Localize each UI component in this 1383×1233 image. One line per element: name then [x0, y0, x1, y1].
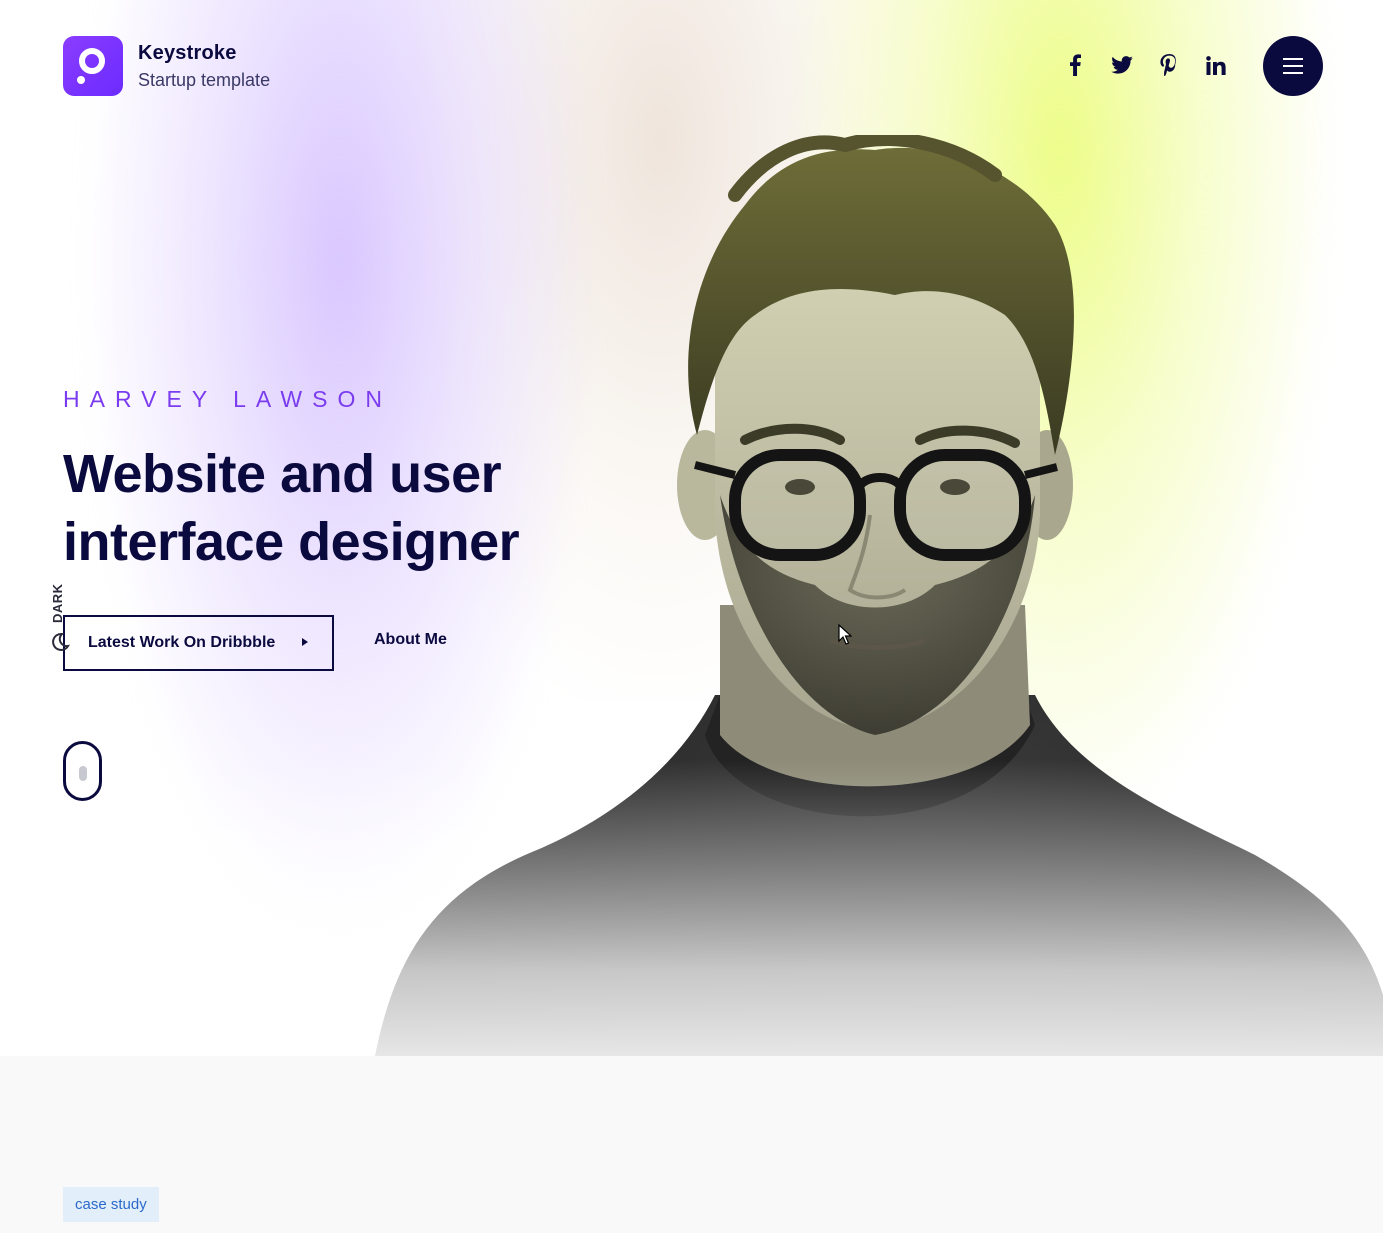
linkedin-icon[interactable] [1201, 50, 1231, 80]
bottom-fade [0, 760, 1383, 1056]
about-me-link[interactable]: About Me [374, 631, 447, 649]
menu-button[interactable] [1263, 36, 1323, 96]
hero-section: Keystroke Startup template HARVEY LAWSON… [0, 0, 1383, 1056]
pinterest-icon[interactable] [1154, 50, 1184, 80]
hamburger-menu-icon [1283, 58, 1303, 74]
dark-mode-label: DARK [50, 583, 65, 623]
scroll-down-mouse-icon[interactable] [63, 741, 102, 801]
hero-eyebrow-name: HARVEY LAWSON [63, 386, 392, 412]
twitter-icon[interactable] [1107, 50, 1137, 80]
latest-work-button-label: Latest Work On Dribbble [88, 634, 276, 651]
brand-subtitle: Startup template [138, 69, 271, 90]
brand-name: Keystroke [138, 41, 237, 64]
play-arrow-icon [302, 638, 308, 646]
case-study-section: case study [0, 1056, 1383, 1233]
facebook-icon[interactable] [1060, 50, 1090, 80]
case-study-tag[interactable]: case study [63, 1187, 159, 1222]
mouse-cursor-icon [838, 624, 852, 645]
scroll-wheel [79, 766, 87, 781]
latest-work-button[interactable]: Latest Work On Dribbble [63, 615, 334, 671]
keystroke-logo-icon [63, 36, 123, 96]
social-links [1060, 50, 1248, 80]
hero-headline: Website and user interface designer [63, 444, 520, 572]
brand-logo-link[interactable]: Keystroke Startup template [63, 36, 270, 96]
brand-text: Keystroke Startup template [138, 42, 270, 91]
moon-icon [52, 632, 70, 651]
